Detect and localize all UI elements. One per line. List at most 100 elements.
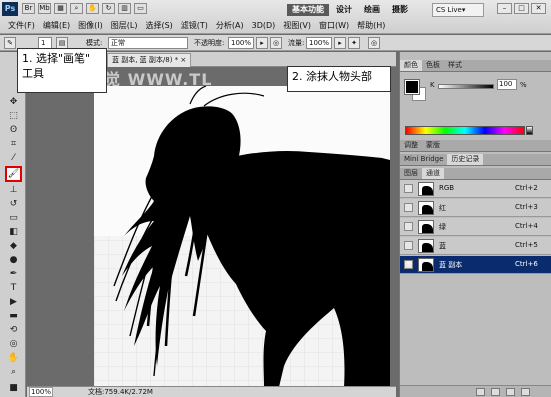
channel-shortcut: Ctrl+5	[515, 241, 538, 249]
menu-filter[interactable]: 滤镜(T)	[177, 19, 212, 32]
menu-view[interactable]: 视图(V)	[279, 19, 315, 32]
document-area: 蓝 副本, 蓝 副本/8) * × 视觉 WWW.TL	[27, 52, 396, 387]
tab-styles[interactable]: 样式	[444, 60, 466, 71]
flow-dropdown-icon[interactable]: ▸	[334, 37, 346, 49]
lasso-tool-icon[interactable]: ʘ	[7, 124, 20, 136]
zoom-field[interactable]: 100%	[29, 387, 53, 397]
menu-3d[interactable]: 3D(D)	[248, 19, 280, 32]
blend-mode-select[interactable]: 正常	[108, 37, 188, 49]
menu-window[interactable]: 窗口(W)	[315, 19, 353, 32]
channel-thumbnail	[418, 201, 434, 215]
rotate-view-icon[interactable]: ↻	[102, 3, 115, 14]
mini-bridge-icon[interactable]: Mb	[38, 3, 51, 14]
opacity-input[interactable]: 100%	[228, 37, 254, 49]
workspace-photography[interactable]: 摄影	[387, 4, 413, 16]
tab-swatches[interactable]: 色板	[422, 60, 444, 71]
eyedropper-tool-icon[interactable]: ⁄	[7, 152, 20, 164]
bridge-icon[interactable]: Br	[22, 3, 35, 14]
screen-mode-icon[interactable]: ▭	[134, 3, 147, 14]
menu-layer[interactable]: 图层(L)	[107, 19, 142, 32]
menu-analysis[interactable]: 分析(A)	[212, 19, 248, 32]
workspace-design[interactable]: 设计	[331, 4, 357, 16]
channel-row[interactable]: 红 Ctrl+3	[400, 199, 551, 217]
tab-channels[interactable]: 通道	[422, 168, 444, 179]
workspace-painting[interactable]: 绘画	[359, 4, 385, 16]
flow-input[interactable]: 100%	[306, 37, 332, 49]
airbrush-icon[interactable]: ✦	[348, 37, 360, 49]
hand-tool-icon[interactable]: ✋	[7, 352, 20, 364]
foreground-swatch[interactable]	[404, 79, 420, 95]
photoshop-logo: Ps	[2, 2, 18, 16]
k-value-input[interactable]: 100	[497, 79, 517, 90]
tab-layers[interactable]: 图层	[400, 168, 422, 179]
workspace-essentials[interactable]: 基本功能	[287, 4, 329, 16]
grayscale-ramp[interactable]	[526, 126, 533, 135]
channel-row-selected[interactable]: 👁 蓝 副本 Ctrl+6	[400, 256, 551, 274]
crop-tool-icon[interactable]: ⌗	[7, 138, 20, 150]
channel-shortcut: Ctrl+3	[515, 203, 538, 211]
k-slider[interactable]	[438, 84, 494, 89]
view-extras-icon[interactable]: ▦	[54, 3, 67, 14]
brush-tool-icon[interactable]: 🖌	[5, 166, 22, 182]
foreground-color-icon[interactable]: ■	[7, 382, 20, 394]
3d-rotate-tool-icon[interactable]: ⟲	[7, 324, 20, 336]
visibility-toggle[interactable]	[404, 241, 413, 250]
dodge-tool-icon[interactable]: ●	[7, 254, 20, 266]
pressure-opacity-icon[interactable]: ◎	[270, 37, 282, 49]
layers-panel-tabs: 图层 通道	[400, 168, 551, 180]
cs-live-button[interactable]: CS Live▾	[432, 3, 484, 17]
tab-adjustments[interactable]: 调整	[400, 140, 422, 151]
zoom-tool-icon[interactable]: ⌕	[7, 366, 20, 378]
right-panels: 颜色 色板 样式 K 100 % 调整 蒙版 Mini Bridge 历史记录 …	[399, 52, 551, 397]
blur-tool-icon[interactable]: ◆	[7, 240, 20, 252]
document-info[interactable]: 文档:759.4K/2.72M	[88, 387, 153, 397]
delete-channel-icon[interactable]	[521, 388, 530, 396]
main-menu: 文件(F) 编辑(E) 图像(I) 图层(L) 选择(S) 滤镜(T) 分析(A…	[4, 19, 389, 32]
bridge-panel-tabs: Mini Bridge 历史记录	[400, 154, 551, 166]
visibility-eye-icon[interactable]: 👁	[404, 260, 413, 269]
clone-stamp-tool-icon[interactable]: ⊥	[7, 184, 20, 196]
visibility-toggle[interactable]	[404, 203, 413, 212]
pen-tool-icon[interactable]: ✒	[7, 268, 20, 280]
marquee-tool-icon[interactable]: ⬚	[7, 110, 20, 122]
close-icon[interactable]: ✕	[531, 3, 546, 14]
tab-mini-bridge[interactable]: Mini Bridge	[400, 154, 447, 165]
maximize-icon[interactable]: □	[514, 3, 529, 14]
tab-color[interactable]: 颜色	[400, 60, 422, 71]
canvas[interactable]	[94, 86, 390, 387]
tab-history[interactable]: 历史记录	[447, 154, 484, 165]
new-channel-icon[interactable]	[506, 388, 515, 396]
shape-tool-icon[interactable]: ▬	[7, 310, 20, 322]
pressure-size-icon[interactable]: ◎	[368, 37, 380, 49]
gradient-tool-icon[interactable]: ◧	[7, 226, 20, 238]
tab-masks[interactable]: 蒙版	[422, 140, 444, 151]
window-controls: – □ ✕	[497, 3, 546, 14]
channel-row[interactable]: 蓝 Ctrl+5	[400, 237, 551, 255]
hand-icon[interactable]: ✋	[86, 3, 99, 14]
minimize-icon[interactable]: –	[497, 3, 512, 14]
history-brush-tool-icon[interactable]: ↺	[7, 198, 20, 210]
path-selection-tool-icon[interactable]: ▶	[7, 296, 20, 308]
document-tab[interactable]: 蓝 副本, 蓝 副本/8) * ×	[107, 53, 192, 67]
move-tool-icon[interactable]: ✥	[7, 96, 20, 108]
3d-orbit-tool-icon[interactable]: ◎	[7, 338, 20, 350]
color-spectrum[interactable]	[405, 126, 525, 135]
visibility-toggle[interactable]	[404, 222, 413, 231]
zoom-level-icon[interactable]: ⌕	[70, 3, 83, 14]
load-selection-icon[interactable]	[476, 388, 485, 396]
type-tool-icon[interactable]: T	[7, 282, 20, 294]
menu-bar: Ps Br Mb ▦ ⌕ ✋ ↻ ▥ ▭ 基本功能 设计 绘画 摄影 CS Li…	[0, 0, 551, 34]
menu-image[interactable]: 图像(I)	[74, 19, 107, 32]
eraser-tool-icon[interactable]: ▭	[7, 212, 20, 224]
menu-help[interactable]: 帮助(H)	[353, 19, 389, 32]
visibility-toggle[interactable]	[404, 184, 413, 193]
save-selection-icon[interactable]	[491, 388, 500, 396]
opacity-dropdown-icon[interactable]: ▸	[256, 37, 268, 49]
channel-row[interactable]: 绿 Ctrl+4	[400, 218, 551, 236]
menu-select[interactable]: 选择(S)	[141, 19, 176, 32]
menu-file[interactable]: 文件(F)	[4, 19, 39, 32]
channel-row[interactable]: RGB Ctrl+2	[400, 180, 551, 198]
arrange-docs-icon[interactable]: ▥	[118, 3, 131, 14]
menu-edit[interactable]: 编辑(E)	[39, 19, 74, 32]
brush-preset-icon[interactable]: ✎	[4, 37, 16, 49]
